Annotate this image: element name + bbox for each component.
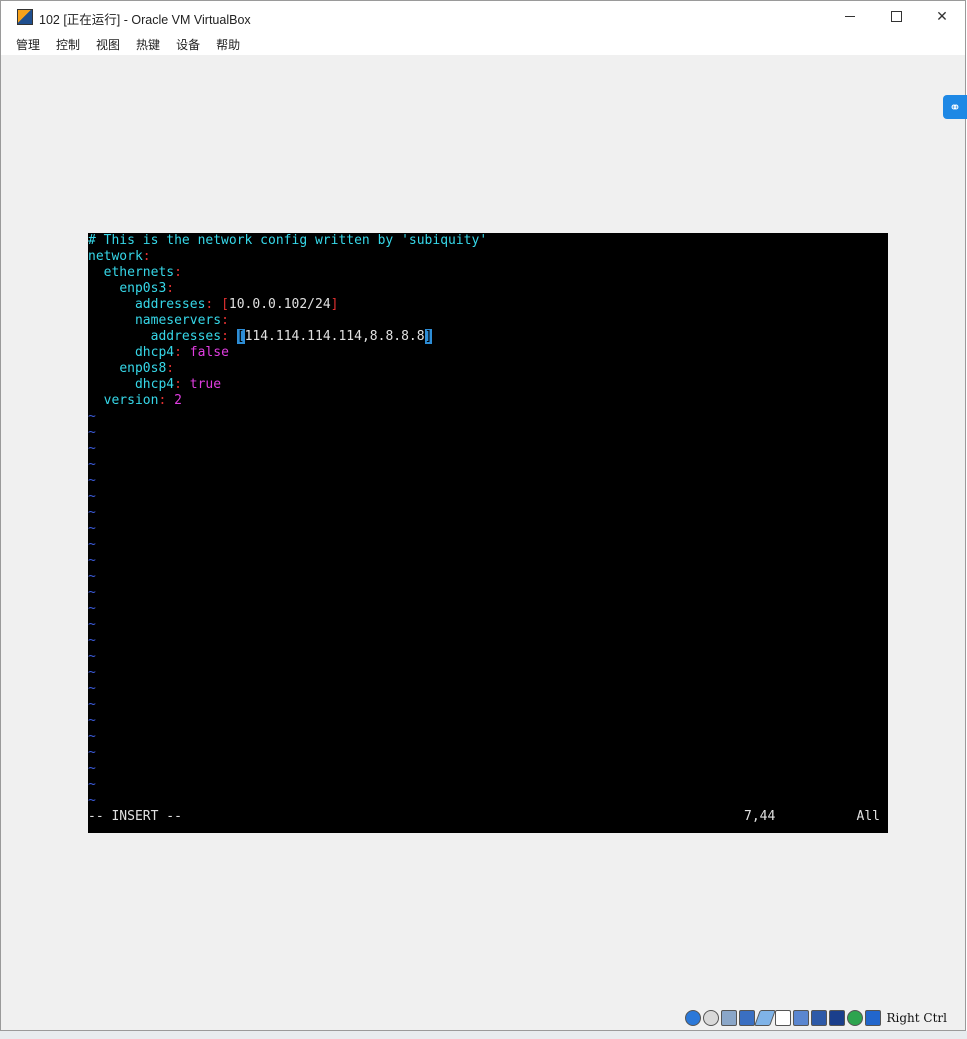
tilde-marker: ~ — [88, 777, 96, 792]
audio-icon[interactable] — [720, 1010, 737, 1026]
editor-line-1: # This is the network config written by … — [88, 233, 487, 249]
floating-assist-icon[interactable]: ⚭ — [943, 95, 967, 119]
tilde-marker: ~ — [88, 585, 96, 600]
tilde-marker: ~ — [88, 665, 96, 680]
tilde-marker: ~ — [88, 457, 96, 472]
yaml-key: version — [103, 393, 159, 408]
network-icon[interactable] — [738, 1010, 755, 1026]
editor-line-7: addresses: [114.114.114.114,8.8.8.8] — [150, 329, 433, 344]
tilde-marker: ~ — [88, 521, 96, 536]
tilde-marker: ~ — [88, 537, 96, 552]
menu-control[interactable]: 控制 — [56, 36, 80, 53]
tilde-marker: ~ — [88, 729, 96, 744]
tilde-marker: ~ — [88, 697, 96, 712]
vm-status-bar: Right Ctrl — [1, 1006, 965, 1030]
virtualbox-app-icon — [17, 9, 33, 25]
menu-devices[interactable]: 设备 — [176, 36, 200, 53]
host-key-label: Right Ctrl — [886, 1011, 948, 1025]
display-icon[interactable] — [792, 1010, 809, 1026]
tilde-marker: ~ — [88, 793, 96, 808]
tilde-marker: ~ — [88, 633, 96, 648]
editor-line-8: dhcp4: false — [134, 345, 229, 360]
yaml-key: enp0s8 — [119, 361, 167, 376]
tilde-marker: ~ — [88, 569, 96, 584]
tilde-marker: ~ — [88, 761, 96, 776]
close-button[interactable]: ✕ — [919, 1, 965, 31]
editor-line-5: addresses: [10.0.0.102/24] — [134, 297, 339, 312]
tilde-marker: ~ — [88, 745, 96, 760]
tilde-marker: ~ — [88, 553, 96, 568]
editor-line-4: enp0s3: — [119, 281, 175, 296]
tilde-marker: ~ — [88, 713, 96, 728]
tilde-marker: ~ — [88, 425, 96, 440]
optical-drive-icon[interactable] — [702, 1010, 719, 1026]
yaml-key: enp0s3 — [119, 281, 167, 296]
vim-status-line: -- INSERT -- 7,44 All — [88, 809, 888, 825]
editor-line-10: dhcp4: true — [134, 377, 222, 392]
insert-mode-indicator: -- INSERT -- — [88, 809, 182, 824]
yaml-value: 114.114.114.114,8.8.8.8 — [244, 329, 425, 344]
yaml-key: nameservers — [134, 313, 222, 328]
maximize-icon — [890, 10, 902, 22]
yaml-key: dhcp4 — [134, 377, 175, 392]
scroll-position: All — [856, 809, 880, 824]
minimize-button[interactable] — [827, 1, 873, 31]
bracket-highlight: [ — [236, 329, 245, 344]
comment-text: # This is the network config written by … — [88, 233, 488, 248]
yaml-key: dhcp4 — [134, 345, 175, 360]
tilde-marker: ~ — [88, 473, 96, 488]
editor-line-6: nameservers: — [134, 313, 229, 328]
editor-line-2: network: — [88, 249, 151, 264]
bottom-edge — [0, 1031, 967, 1039]
yaml-value: 2 — [174, 393, 182, 408]
tilde-marker: ~ — [88, 409, 96, 424]
tilde-marker: ~ — [88, 489, 96, 504]
close-icon: ✕ — [936, 7, 948, 24]
yaml-key: network — [88, 249, 143, 264]
yaml-value: false — [189, 345, 229, 360]
editor-line-9: enp0s8: — [119, 361, 175, 376]
title-bar[interactable]: 102 [正在运行] - Oracle VM VirtualBox ✕ — [1, 1, 965, 33]
usb-icon[interactable] — [753, 1010, 776, 1026]
menu-help[interactable]: 帮助 — [216, 36, 240, 53]
vim-terminal[interactable]: # This is the network config written by … — [88, 233, 888, 833]
mouse-integration-icon[interactable] — [846, 1010, 863, 1026]
yaml-key: addresses — [150, 329, 222, 344]
text-cursor: ] — [424, 329, 433, 344]
virtualization-icon[interactable] — [828, 1010, 845, 1026]
tilde-marker: ~ — [88, 681, 96, 696]
tilde-marker: ~ — [88, 441, 96, 456]
menu-hotkeys[interactable]: 热键 — [136, 36, 160, 53]
yaml-value: 10.0.0.102/24 — [228, 297, 331, 312]
menu-bar: 管理 控制 视图 热键 设备 帮助 — [1, 33, 965, 55]
minimize-icon — [845, 15, 855, 17]
yaml-key: ethernets — [103, 265, 175, 280]
recording-icon[interactable] — [810, 1010, 827, 1026]
editor-line-3: ethernets: — [103, 265, 182, 280]
menu-view[interactable]: 视图 — [96, 36, 120, 53]
keyboard-capture-icon[interactable] — [864, 1010, 881, 1026]
yaml-key: addresses — [134, 297, 206, 312]
shared-folders-icon[interactable] — [774, 1010, 791, 1026]
editor-line-11: version: 2 — [103, 393, 182, 408]
device-tray: Right Ctrl — [684, 1008, 948, 1028]
hard-disk-icon[interactable] — [684, 1010, 701, 1026]
cursor-position: 7,44 — [744, 809, 776, 824]
yaml-value: true — [189, 377, 222, 392]
tilde-marker: ~ — [88, 649, 96, 664]
maximize-button[interactable] — [873, 1, 919, 31]
window-title: 102 [正在运行] - Oracle VM VirtualBox — [39, 13, 251, 27]
menu-manage[interactable]: 管理 — [16, 36, 40, 53]
tilde-marker: ~ — [88, 617, 96, 632]
tilde-marker: ~ — [88, 505, 96, 520]
tilde-marker: ~ — [88, 601, 96, 616]
virtualbox-window: 102 [正在运行] - Oracle VM VirtualBox ✕ 管理 控… — [0, 0, 967, 1031]
